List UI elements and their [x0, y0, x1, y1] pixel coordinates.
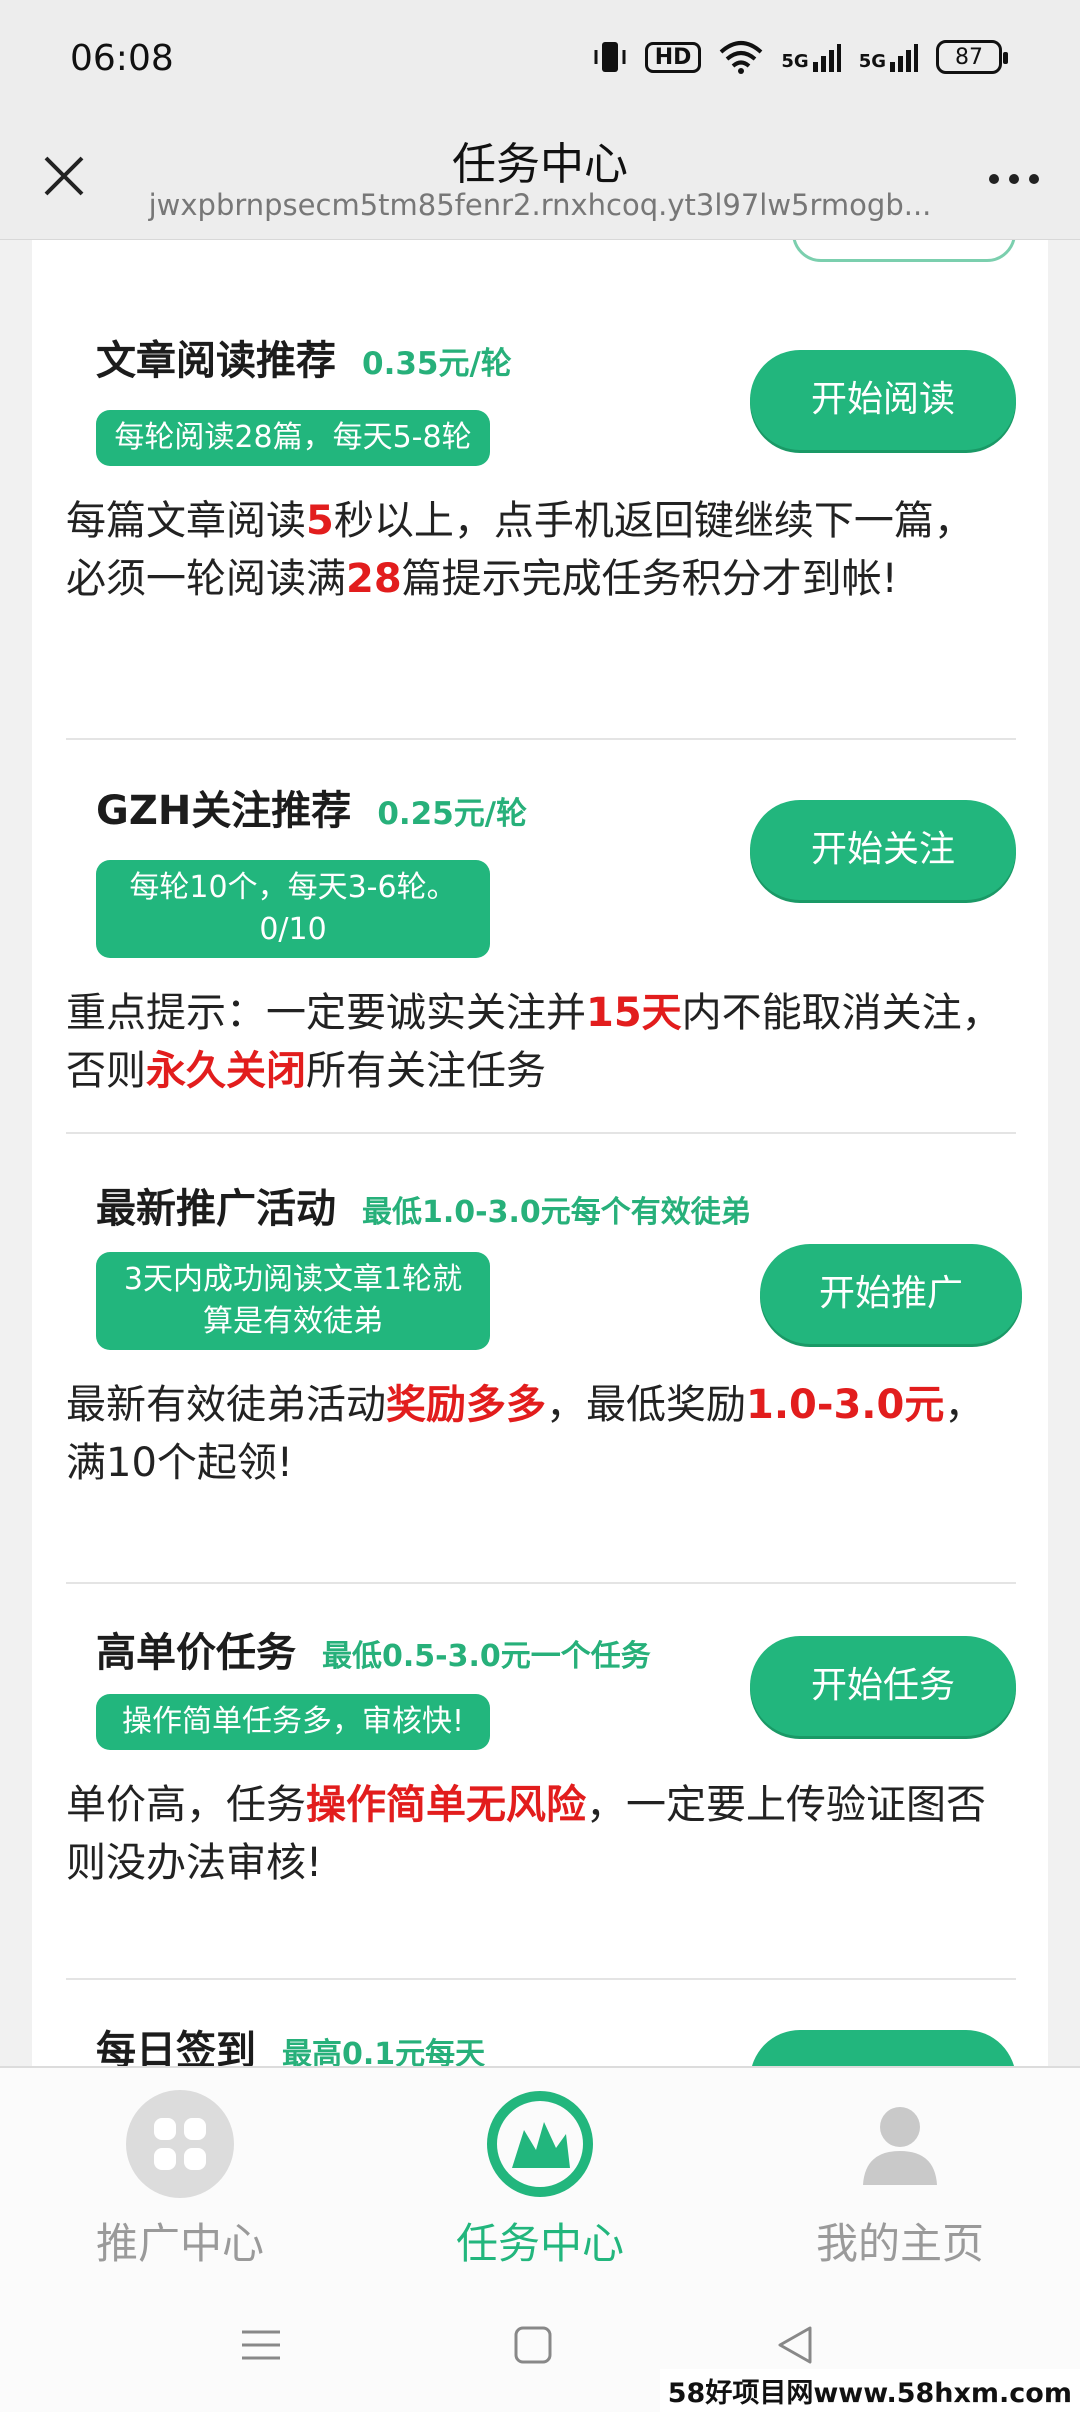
highlight-text: 操作简单无风险 [306, 1782, 586, 1828]
tab-my-home[interactable]: 我的主页 [770, 2090, 1030, 2271]
person-icon [846, 2090, 954, 2198]
task-price: 最低0.5-3.0元一个任务 [322, 1639, 651, 1674]
task-title: GZH关注推荐 [96, 788, 352, 834]
highlight-text: 永久关闭 [146, 1048, 306, 1094]
task-title: 最新推广活动 [96, 1186, 336, 1232]
description-text: 篇提示完成任务积分才到帐! [401, 556, 898, 602]
status-time: 06:08 [70, 38, 174, 79]
task-title: 高单价任务 [96, 1630, 296, 1676]
bottom-tab-bar: 推广中心 任务中心 我的主页 [0, 2066, 1080, 2282]
vibrate-icon [594, 42, 626, 72]
task-card-follow: GZH关注推荐 0.25元/轮 每轮10个，每天3-6轮。0/10 开始关注 重… [66, 778, 1016, 1100]
task-tag: 3天内成功阅读文章1轮就算是有效徒弟 [96, 1252, 490, 1350]
task-title: 文章阅读推荐 [96, 338, 336, 384]
task-price: 最高0.1元每天 [282, 2037, 486, 2066]
divider [66, 1978, 1016, 1980]
highlight-text: 奖励多多 [386, 1382, 546, 1428]
hd-icon: HD [644, 41, 702, 73]
description-text: 重点提示：一定要诚实关注并 [66, 990, 586, 1036]
divider [66, 738, 1016, 740]
tab-task-center[interactable]: 任务中心 [410, 2090, 670, 2271]
back-triangle-icon [778, 2326, 812, 2364]
home-square-icon [514, 2326, 552, 2364]
description-text: 最新有效徒弟活动 [66, 1382, 386, 1428]
checkin-button[interactable] [750, 2030, 1016, 2066]
description-text: 所有关注任务 [306, 1048, 546, 1094]
task-list: 文章阅读推荐 0.35元/轮 每轮阅读28篇，每天5-8轮 开始阅读 每篇文章阅… [32, 240, 1048, 2066]
start-task-button[interactable]: 开始任务 [750, 1636, 1016, 1736]
task-description: 每篇文章阅读5秒以上，点手机返回键继续下一篇，必须一轮阅读满28篇提示完成任务积… [66, 492, 1016, 608]
divider [66, 1132, 1016, 1134]
more-dots-icon [989, 174, 1039, 184]
task-price: 最低1.0-3.0元每个有效徒弟 [362, 1195, 751, 1230]
description-text: 每篇文章阅读 [66, 498, 306, 544]
system-navigation-bar: 58好项目网www.58hxm.com [0, 2282, 1080, 2412]
tab-promotion-center[interactable]: 推广中心 [50, 2090, 310, 2271]
highlight-text: 28 [346, 556, 402, 602]
task-card-reading: 文章阅读推荐 0.35元/轮 每轮阅读28篇，每天5-8轮 开始阅读 每篇文章阅… [66, 328, 1016, 608]
start-follow-button[interactable]: 开始关注 [750, 800, 1016, 900]
signal-2-icon: 5G [859, 42, 918, 72]
highlight-text: 15天 [586, 990, 682, 1036]
wifi-icon [720, 41, 763, 74]
task-tag: 每轮阅读28篇，每天5-8轮 [96, 410, 490, 466]
task-price: 0.25元/轮 [377, 796, 528, 832]
highlight-text: 5 [306, 498, 334, 544]
divider [66, 1582, 1016, 1584]
task-card-checkin: 每日签到 最高0.1元每天 [66, 2018, 1016, 2066]
description-text: ，最低奖励 [546, 1382, 746, 1428]
page-url: jwxpbrnpsecm5tm85fenr2.rnxhcoq.yt3l97lw5… [148, 188, 932, 222]
status-bar: 06:08 HD 5G 5G 87 [0, 0, 1080, 118]
task-description: 单价高，任务操作简单无风险，一定要上传验证图否则没办法审核! [66, 1776, 1016, 1892]
task-tag: 操作简单任务多，审核快! [96, 1694, 490, 1750]
task-title: 每日签到 [96, 2028, 256, 2066]
flame-icon [486, 2090, 594, 2198]
menu-button[interactable] [236, 2320, 296, 2380]
start-reading-button[interactable]: 开始阅读 [750, 350, 1016, 450]
watermark: 58好项目网www.58hxm.com [659, 2369, 1080, 2412]
tab-label: 我的主页 [815, 2219, 984, 2268]
partial-outline-button[interactable] [792, 240, 1016, 262]
menu-icon [242, 2330, 280, 2360]
signal-1-icon: 5G [781, 42, 841, 72]
more-button[interactable] [978, 140, 1050, 212]
page-title: 任务中心 [452, 139, 628, 190]
description-text: 单价高，任务 [66, 1782, 306, 1828]
task-tag: 每轮10个，每天3-6轮。0/10 [96, 860, 490, 958]
highlight-text: 1.0-3.0元 [746, 1382, 945, 1428]
grid-icon [126, 2090, 234, 2198]
task-description: 最新有效徒弟活动奖励多多，最低奖励1.0-3.0元，满10个起领! [66, 1376, 1016, 1492]
home-button[interactable] [508, 2320, 568, 2380]
start-promotion-button[interactable]: 开始推广 [760, 1244, 1022, 1344]
tab-label: 推广中心 [95, 2219, 264, 2268]
status-icons: HD 5G 5G 87 [593, 40, 1008, 74]
task-card-promotion: 最新推广活动 最低1.0-3.0元每个有效徒弟 3天内成功阅读文章1轮就算是有效… [66, 1176, 1022, 1492]
task-card-high-price: 高单价任务 最低0.5-3.0元一个任务 操作简单任务多，审核快! 开始任务 单… [66, 1620, 1016, 1892]
tab-label: 任务中心 [455, 2219, 624, 2268]
battery-icon: 87 [936, 40, 1008, 74]
task-price: 0.35元/轮 [362, 346, 512, 382]
task-description: 重点提示：一定要诚实关注并15天内不能取消关注，否则永久关闭所有关注任务 [66, 984, 1016, 1100]
top-nav-bar: 任务中心 jwxpbrnpsecm5tm85fenr2.rnxhcoq.yt3l… [0, 118, 1080, 240]
